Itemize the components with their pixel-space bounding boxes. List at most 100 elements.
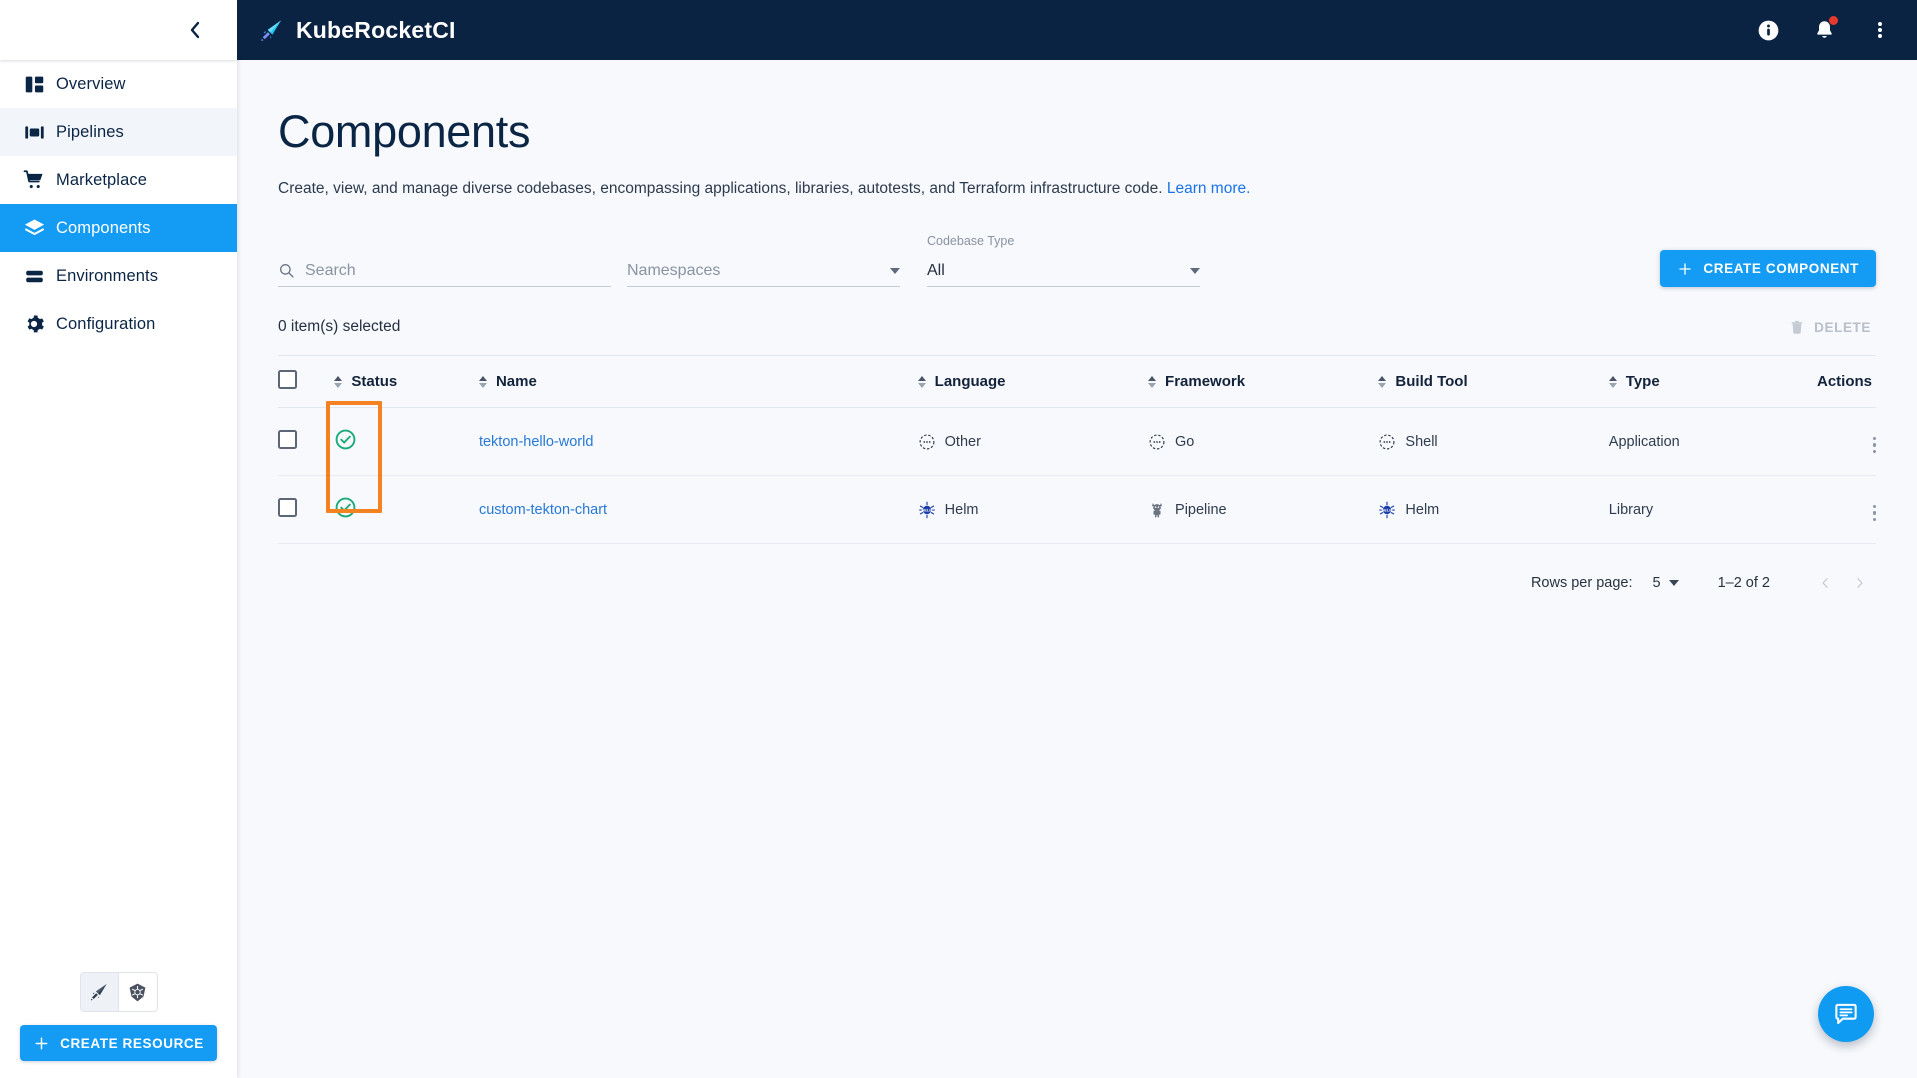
sidebar: Overview Pipelines Marketplace Component… xyxy=(0,0,237,1078)
overflow-menu-button[interactable] xyxy=(1865,15,1895,45)
table-row[interactable]: tekton-hello-world Other Go Shell Applic… xyxy=(278,407,1876,476)
row-type-cell: Application xyxy=(1608,407,1766,476)
component-link[interactable]: tekton-hello-world xyxy=(479,434,593,450)
sidebar-item-configuration[interactable]: Configuration xyxy=(0,300,237,348)
selected-count: 0 item(s) selected xyxy=(278,318,401,335)
search-input[interactable]: Search xyxy=(278,255,611,287)
chevron-down-icon xyxy=(1668,580,1679,586)
th-name[interactable]: Name xyxy=(478,355,918,408)
sidebar-item-marketplace[interactable]: Marketplace xyxy=(0,156,237,204)
codebase-type-value: All xyxy=(927,261,945,279)
build-tool-text: Helm xyxy=(1405,501,1440,518)
kebab-menu-icon xyxy=(1878,20,1882,40)
th-status[interactable]: Status xyxy=(334,355,479,408)
sidebar-item-label: Overview xyxy=(56,74,126,93)
helm-icon: HELM xyxy=(918,501,935,518)
th-framework[interactable]: Framework xyxy=(1148,355,1379,408)
table-body: tekton-hello-world Other Go Shell Applic… xyxy=(278,407,1876,544)
sort-icon[interactable] xyxy=(917,375,926,388)
namespaces-value: Namespaces xyxy=(627,261,721,279)
sidebar-collapse-button[interactable] xyxy=(182,17,208,43)
delete-button[interactable]: DELETE xyxy=(1789,319,1876,336)
th-language-label: Language xyxy=(934,373,1006,390)
pagination-next-button[interactable] xyxy=(1842,566,1876,600)
sort-icon[interactable] xyxy=(1378,375,1387,388)
selection-bar: 0 item(s) selected DELETE xyxy=(278,314,1876,340)
sidebar-item-pipelines[interactable]: Pipelines xyxy=(0,108,237,156)
chat-fab-button[interactable] xyxy=(1818,986,1874,1042)
rows-per-page-label: Rows per page: xyxy=(1530,575,1633,591)
create-component-button[interactable]: CREATE COMPONENT xyxy=(1660,250,1876,287)
page-title: Components xyxy=(278,106,531,157)
info-button[interactable] xyxy=(1753,15,1783,45)
brand[interactable]: KubeRocketCI xyxy=(258,17,456,44)
pipelines-icon xyxy=(12,122,56,143)
check-circle-icon xyxy=(335,429,356,450)
sidebar-item-label: Pipelines xyxy=(56,122,124,141)
sidebar-item-label: Environments xyxy=(56,266,159,285)
search-field: Search xyxy=(278,255,611,287)
layers-icon xyxy=(12,217,56,240)
row-actions-menu-button[interactable] xyxy=(1872,503,1876,523)
pagination-prev-button[interactable] xyxy=(1808,566,1842,600)
th-select-all xyxy=(278,355,335,408)
sidebar-item-components[interactable]: Components xyxy=(0,204,237,252)
search-placeholder: Search xyxy=(305,261,356,279)
dashboard-layout-icon xyxy=(12,74,56,95)
framework-text: Pipeline xyxy=(1175,501,1227,518)
row-checkbox[interactable] xyxy=(278,498,297,517)
th-status-label: Status xyxy=(351,373,398,390)
row-actions-menu-button[interactable] xyxy=(1872,435,1876,455)
dotted-circle-icon xyxy=(1379,434,1395,449)
view-toggle-kubernetes[interactable] xyxy=(118,973,157,1011)
th-language[interactable]: Language xyxy=(917,355,1149,408)
row-checkbox[interactable] xyxy=(278,430,297,449)
rows-per-page-select[interactable]: 5 xyxy=(1653,575,1679,591)
plus-icon xyxy=(1679,262,1692,275)
table-row[interactable]: custom-tekton-chart HELM Helm Pipeline H… xyxy=(278,475,1876,544)
view-toggle-kuberocketci[interactable] xyxy=(80,973,118,1011)
sidebar-item-overview[interactable]: Overview xyxy=(0,60,237,108)
th-type[interactable]: Type xyxy=(1608,355,1766,408)
create-resource-button[interactable]: CREATE RESOURCE xyxy=(20,1025,217,1061)
row-type-cell: Library xyxy=(1608,475,1766,544)
sort-icon[interactable] xyxy=(478,375,487,388)
chevron-down-icon xyxy=(1190,267,1200,274)
notifications-button[interactable] xyxy=(1809,15,1839,45)
row-language-cell: Other xyxy=(917,407,1149,476)
th-build-tool-label: Build Tool xyxy=(1395,373,1468,390)
row-framework-cell: Pipeline xyxy=(1148,475,1379,544)
codebase-type-select[interactable]: All xyxy=(927,255,1200,287)
row-status-cell xyxy=(334,407,479,476)
sort-icon[interactable] xyxy=(1608,375,1617,388)
sort-icon[interactable] xyxy=(1148,375,1157,388)
learn-more-link[interactable]: Learn more. xyxy=(1167,180,1251,197)
row-name-cell: tekton-hello-world xyxy=(478,407,918,476)
th-build-tool[interactable]: Build Tool xyxy=(1378,355,1609,408)
check-circle-icon xyxy=(335,497,356,518)
codebase-type-field: Codebase Type All xyxy=(927,234,1200,287)
sidebar-item-environments[interactable]: Environments xyxy=(0,252,237,300)
build-tool-text: Shell xyxy=(1405,433,1438,450)
shopping-cart-icon xyxy=(12,169,56,191)
pagination: Rows per page: 5 1–2 of 2 xyxy=(278,566,1876,600)
row-name-cell: custom-tekton-chart xyxy=(478,475,918,544)
th-name-label: Name xyxy=(495,373,537,390)
select-all-checkbox[interactable] xyxy=(278,370,297,389)
components-table-wrapper: Status Name Language Framework Build Too… xyxy=(278,355,1876,544)
topbar-actions xyxy=(1753,15,1895,45)
delete-label: DELETE xyxy=(1814,319,1871,335)
helm-icon: HELM xyxy=(1379,501,1396,518)
namespaces-select[interactable]: Namespaces xyxy=(627,255,900,287)
sort-icon[interactable] xyxy=(334,375,343,388)
main-content: Components Create, view, and manage dive… xyxy=(237,60,1917,1078)
view-toggle-group xyxy=(79,972,158,1012)
codebase-type-label: Codebase Type xyxy=(927,234,1015,248)
svg-text:HELM: HELM xyxy=(1382,507,1393,512)
rows-per-page-value: 5 xyxy=(1652,575,1661,591)
sidebar-item-label: Configuration xyxy=(56,314,156,333)
component-link[interactable]: custom-tekton-chart xyxy=(479,502,607,518)
chevron-left-icon xyxy=(1821,578,1828,588)
trash-icon xyxy=(1791,320,1803,334)
